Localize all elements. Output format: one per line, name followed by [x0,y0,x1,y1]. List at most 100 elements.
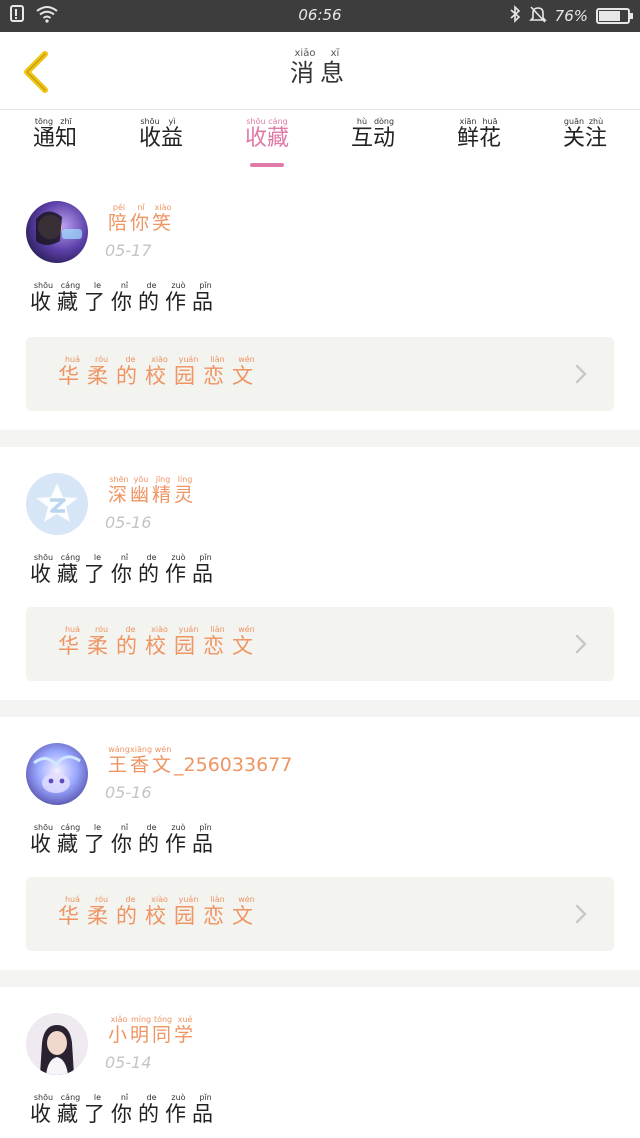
ruby-char: 的de [138,823,165,856]
ruby-char: 藏cáng [57,281,84,314]
ruby-char: 注zhù [585,117,608,151]
chevron-right-icon [575,904,587,924]
ruby-char: 文wén [232,625,261,658]
user-name[interactable]: 小xiǎo明míng同tóng学xué [108,1015,196,1047]
tab-flowers[interactable]: 鲜xiān花huā [426,117,532,152]
ruby-char: 恋liàn [203,895,232,928]
ruby-char: 花huā [479,117,502,151]
header: 消xiāo息xī [0,32,640,110]
tab-notifications[interactable]: 通tōng知zhī [2,117,108,152]
ruby-char: 华huá [58,625,87,658]
ruby-char: 了le [84,553,111,586]
tab-earnings[interactable]: 收shōu益yì [108,117,214,152]
ruby-char: 收shōu [30,553,57,586]
ruby-char: 明míng [130,1015,153,1046]
separator [0,970,640,987]
ruby-char: 作zuò [165,823,192,856]
ruby-char: 灵líng [174,475,197,506]
ruby-char: 作zuò [165,1093,192,1126]
ruby-char: 文wén [152,745,175,776]
ruby-char: 学xué [174,1015,197,1046]
ruby-char: 了le [84,823,111,856]
work-link[interactable]: 华huá柔róu的de校xiào园yuán恋liàn文wén [26,607,614,681]
ruby-char: 的de [138,553,165,586]
work-link[interactable]: 华huá柔róu的de校xiào园yuán恋liàn文wén [26,877,614,951]
ruby-char: 的de [116,625,145,658]
ruby-char: 王wáng [108,745,131,776]
ruby-char: 柔róu [87,355,116,388]
ruby-char: 收shōu [30,281,57,314]
ruby-char: 藏cáng [57,1093,84,1126]
ruby-char: 同tóng [152,1015,175,1046]
message-card: 王wáng香xiāng文wén_256033677 05-16 收shōu藏cá… [0,717,640,970]
user-avatar[interactable] [26,201,88,263]
work-title: 华huá柔róu的de校xiào园yuán恋liàn文wén [58,355,261,390]
ruby-char: 息xī [320,48,350,87]
ruby-char: 你nǐ [130,203,153,234]
ruby-char: 收shōu [244,117,267,151]
tab-interactions[interactable]: 互hù动dòng [320,117,426,152]
message-action-text: 收shōu藏cáng了le你nǐ的de作zuò品pǐn [30,823,219,858]
ruby-char: 华huá [58,355,87,388]
user-name[interactable]: 王wáng香xiāng文wén_256033677 [108,745,292,777]
ruby-char: 文wén [232,355,261,388]
ruby-char: 你nǐ [111,281,138,314]
ruby-char: 互hù [350,117,373,151]
ruby-char: 香xiāng [130,745,153,776]
message-card: 陪péi你nǐ笑xiào 05-17 收shōu藏cáng了le你nǐ的de作z… [0,173,640,430]
ruby-char: 动dòng [373,117,396,151]
chevron-right-icon [575,634,587,654]
ruby-char: 华huá [58,895,87,928]
user-name[interactable]: 深shēn幽yōu精jīng灵líng [108,475,196,507]
battery-percent: 76% [554,7,588,25]
ruby-char: 园yuán [174,625,203,658]
ruby-char: 校xiào [145,355,174,388]
message-action-text: 收shōu藏cáng了le你nǐ的de作zuò品pǐn [30,553,219,588]
message-date: 05-17 [105,241,152,260]
ruby-char: 了le [84,1093,111,1126]
ruby-char: 园yuán [174,895,203,928]
ruby-char: 的de [116,355,145,388]
ruby-char: 作zuò [165,281,192,314]
message-action-text: 收shōu藏cáng了le你nǐ的de作zuò品pǐn [30,1093,219,1128]
user-name[interactable]: 陪péi你nǐ笑xiào [108,203,174,235]
ruby-char: 柔róu [87,895,116,928]
work-title: 华huá柔róu的de校xiào园yuán恋liàn文wén [58,625,261,660]
ruby-char: 收shōu [30,823,57,856]
ruby-char: 你nǐ [111,1093,138,1126]
ruby-char: 收shōu [138,117,161,151]
separator [0,700,640,717]
tab-following[interactable]: 关guān注zhù [532,117,638,152]
ruby-char: 藏cáng [267,117,290,151]
message-date: 05-14 [105,1053,152,1072]
message-card: 深shēn幽yōu精jīng灵líng 05-16 收shōu藏cáng了le你… [0,447,640,700]
ruby-char: 校xiào [145,625,174,658]
work-title: 华huá柔róu的de校xiào园yuán恋liàn文wén [58,895,261,930]
tab-favorites[interactable]: 收shōu藏cáng [214,117,320,152]
ruby-char: 的de [138,1093,165,1126]
user-avatar[interactable] [26,1013,88,1075]
message-card: 小xiǎo明míng同tóng学xué 05-14 收shōu藏cáng了le你… [0,987,640,1138]
ruby-char: 的de [116,895,145,928]
user-avatar[interactable] [26,473,88,535]
ruby-char: 知zhī [55,117,78,151]
ruby-char: 通tōng [32,117,55,151]
tab-bar: 通tōng知zhī 收shōu益yì 收shōu藏cáng 互hù动dòng 鲜… [0,111,640,173]
ruby-char: 藏cáng [57,823,84,856]
ruby-char: 文wén [232,895,261,928]
ruby-char: 品pǐn [192,281,219,314]
status-bar: 06:56 76% [0,0,640,32]
user-avatar[interactable] [26,743,88,805]
ruby-char: 陪péi [108,203,131,234]
ruby-char: 作zuò [165,553,192,586]
ruby-char: 恋liàn [203,355,232,388]
page-title: 消xiāo息xī [0,48,640,88]
ruby-char: 你nǐ [111,823,138,856]
ruby-char: 深shēn [108,475,131,506]
ruby-char: 藏cáng [57,553,84,586]
ruby-char: 益yì [161,117,184,151]
bluetooth-icon [509,5,521,27]
ruby-char: 消xiāo [290,48,320,87]
ruby-char: 品pǐn [192,553,219,586]
work-link[interactable]: 华huá柔róu的de校xiào园yuán恋liàn文wén [26,337,614,411]
